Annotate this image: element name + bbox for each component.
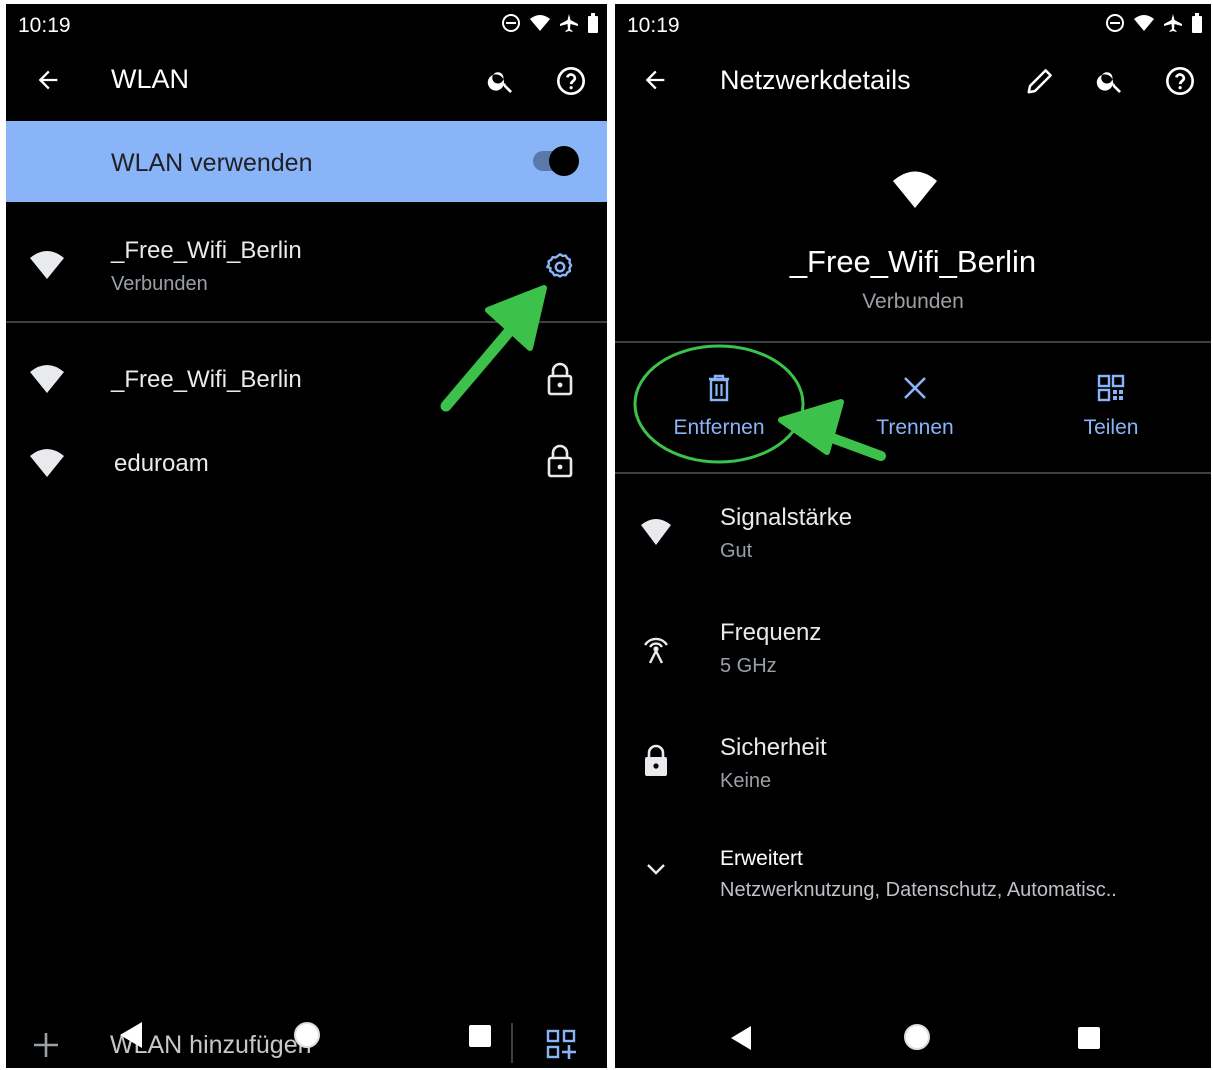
status-icons: [501, 10, 599, 36]
wlan-screen: 10:19 WLAN WLAN verwenden _Free_Wifi_Ber…: [6, 4, 607, 1068]
detail-value: Keine: [720, 770, 772, 792]
wifi-icon: [641, 519, 671, 545]
toggle-thumb: [549, 146, 579, 176]
back-arrow-icon: [38, 70, 58, 90]
wlan-toggle-switch[interactable]: [533, 146, 579, 176]
back-arrow-icon: [645, 70, 665, 90]
page-title: WLAN: [111, 64, 190, 94]
dnd-icon: [1106, 14, 1124, 32]
help-button[interactable]: [1163, 64, 1197, 98]
nav-bar: [6, 1006, 607, 1068]
annotation-arrow: [440, 285, 547, 412]
wifi-status-icon: [530, 15, 550, 31]
airplane-icon: [1164, 14, 1182, 32]
detail-title: Sicherheit: [720, 734, 827, 761]
nav-recents-button[interactable]: [468, 1024, 492, 1048]
battery-icon: [588, 13, 598, 33]
back-button[interactable]: [639, 64, 671, 96]
chevron-down-icon: [647, 864, 665, 875]
edit-button[interactable]: [1023, 64, 1057, 98]
network-name: _Free_Wifi_Berlin: [789, 244, 1037, 279]
network-status: Verbunden: [862, 290, 964, 313]
share-label: Teilen: [1083, 416, 1139, 439]
connected-network-status: Verbunden: [111, 273, 208, 295]
advanced-row[interactable]: Erweitert Netzwerknutzung, Datenschutz, …: [615, 837, 1211, 917]
advanced-summary: Netzwerknutzung, Datenschutz, Automatisc…: [720, 879, 1117, 901]
nav-recents-button[interactable]: [1077, 1026, 1101, 1050]
network-name: eduroam: [114, 450, 209, 477]
back-button[interactable]: [32, 64, 64, 96]
help-icon: [1166, 67, 1194, 95]
help-icon: [557, 67, 585, 95]
nav-back-button[interactable]: [118, 1020, 144, 1050]
battery-icon: [1192, 13, 1202, 33]
dnd-icon: [502, 14, 520, 32]
nav-bar: [615, 1006, 1211, 1068]
airplane-icon: [560, 14, 578, 32]
antenna-icon: [643, 637, 669, 664]
detail-row-security: Sicherheit Keine: [615, 722, 1211, 812]
detail-title: Frequenz: [720, 619, 822, 646]
detail-row-signal: Signalstärke Gut: [615, 492, 1211, 582]
pencil-icon: [1027, 69, 1052, 94]
wifi-signal-icon: [30, 251, 64, 279]
advanced-title: Erweitert: [720, 847, 803, 870]
qr-code-icon: [1097, 374, 1125, 402]
network-details-screen: 10:19 Netzwerkdetails _Free_Wifi_Berlin …: [615, 4, 1211, 1068]
page-title: Netzwerkdetails: [720, 65, 911, 95]
network-name: _Free_Wifi_Berlin: [111, 366, 302, 393]
connected-network-name: _Free_Wifi_Berlin: [111, 237, 302, 264]
status-icons: [1105, 10, 1203, 36]
lock-icon: [645, 744, 667, 776]
nav-home-button[interactable]: [902, 1022, 932, 1052]
share-button[interactable]: Teilen: [1011, 356, 1211, 456]
nav-back-button[interactable]: [729, 1024, 753, 1052]
help-button[interactable]: [554, 64, 588, 98]
detail-value: 5 GHz: [720, 655, 777, 677]
detail-title: Signalstärke: [720, 504, 853, 531]
network-list-item[interactable]: eduroam: [6, 418, 607, 500]
lock-icon: [547, 444, 573, 478]
search-button[interactable]: [484, 64, 518, 98]
wifi-status-icon: [1134, 15, 1154, 31]
wifi-large-icon: [893, 171, 937, 208]
search-icon: [487, 72, 512, 93]
wlan-toggle-row[interactable]: WLAN verwenden: [6, 121, 607, 202]
detail-value: Gut: [720, 540, 753, 562]
status-time: 10:19: [18, 14, 71, 37]
annotation-highlight: [633, 344, 886, 464]
wifi-signal-icon: [30, 449, 64, 477]
status-time: 10:19: [627, 14, 680, 37]
wifi-signal-icon: [30, 365, 64, 393]
wlan-toggle-label: WLAN verwenden: [111, 149, 313, 177]
search-button[interactable]: [1093, 64, 1127, 98]
nav-home-button[interactable]: [292, 1020, 322, 1050]
close-icon: [904, 377, 926, 399]
search-icon: [1096, 72, 1121, 93]
detail-row-frequency: Frequenz 5 GHz: [615, 607, 1211, 697]
